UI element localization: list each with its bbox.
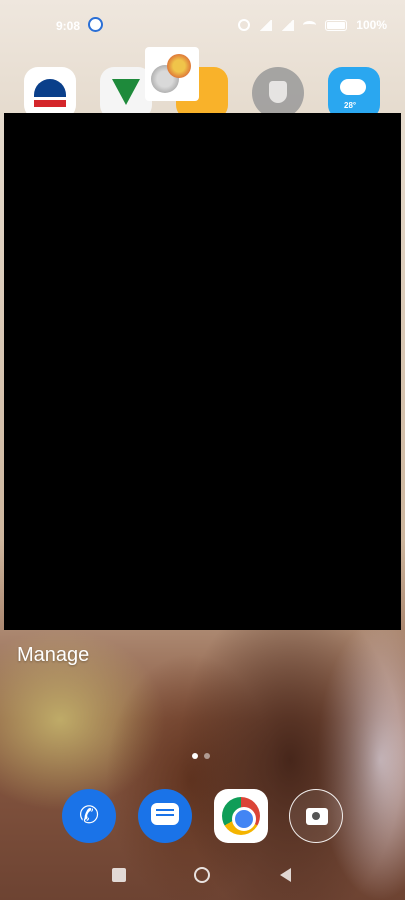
navigation-bar bbox=[0, 862, 405, 892]
page-indicator bbox=[192, 753, 210, 759]
phone-icon[interactable]: ✆ bbox=[62, 789, 116, 843]
chrome-icon[interactable] bbox=[214, 789, 268, 843]
weather-app-icon[interactable] bbox=[328, 67, 380, 119]
messages-icon[interactable] bbox=[138, 789, 192, 843]
notification-app-icon bbox=[88, 17, 103, 32]
wifi-icon bbox=[303, 21, 317, 29]
widget-pin-icon bbox=[167, 54, 191, 78]
security-app-icon[interactable] bbox=[252, 67, 304, 119]
bank-app-icon[interactable] bbox=[24, 67, 76, 119]
back-icon[interactable] bbox=[280, 868, 291, 882]
battery-icon bbox=[325, 19, 348, 31]
page-dot-1 bbox=[192, 753, 198, 759]
signal-icon bbox=[259, 19, 273, 31]
battery-level: 100% bbox=[356, 18, 387, 32]
home-icon[interactable] bbox=[194, 867, 210, 883]
manage-button[interactable]: Manage bbox=[17, 644, 89, 667]
alarm-icon bbox=[238, 19, 251, 31]
status-bar: 9:08 100% bbox=[0, 0, 405, 52]
page-dot-2 bbox=[204, 753, 210, 759]
recent-apps-icon[interactable] bbox=[112, 868, 126, 882]
widget-preview-icon[interactable] bbox=[145, 47, 199, 101]
camera-icon[interactable] bbox=[289, 789, 343, 843]
status-icons: 100% bbox=[238, 18, 387, 32]
widget-panel bbox=[4, 113, 401, 630]
status-time: 9:08 bbox=[56, 19, 81, 33]
signal-2-icon bbox=[281, 19, 295, 31]
dock: ✆ bbox=[0, 789, 405, 845]
weather-temperature: 28° bbox=[344, 101, 357, 110]
